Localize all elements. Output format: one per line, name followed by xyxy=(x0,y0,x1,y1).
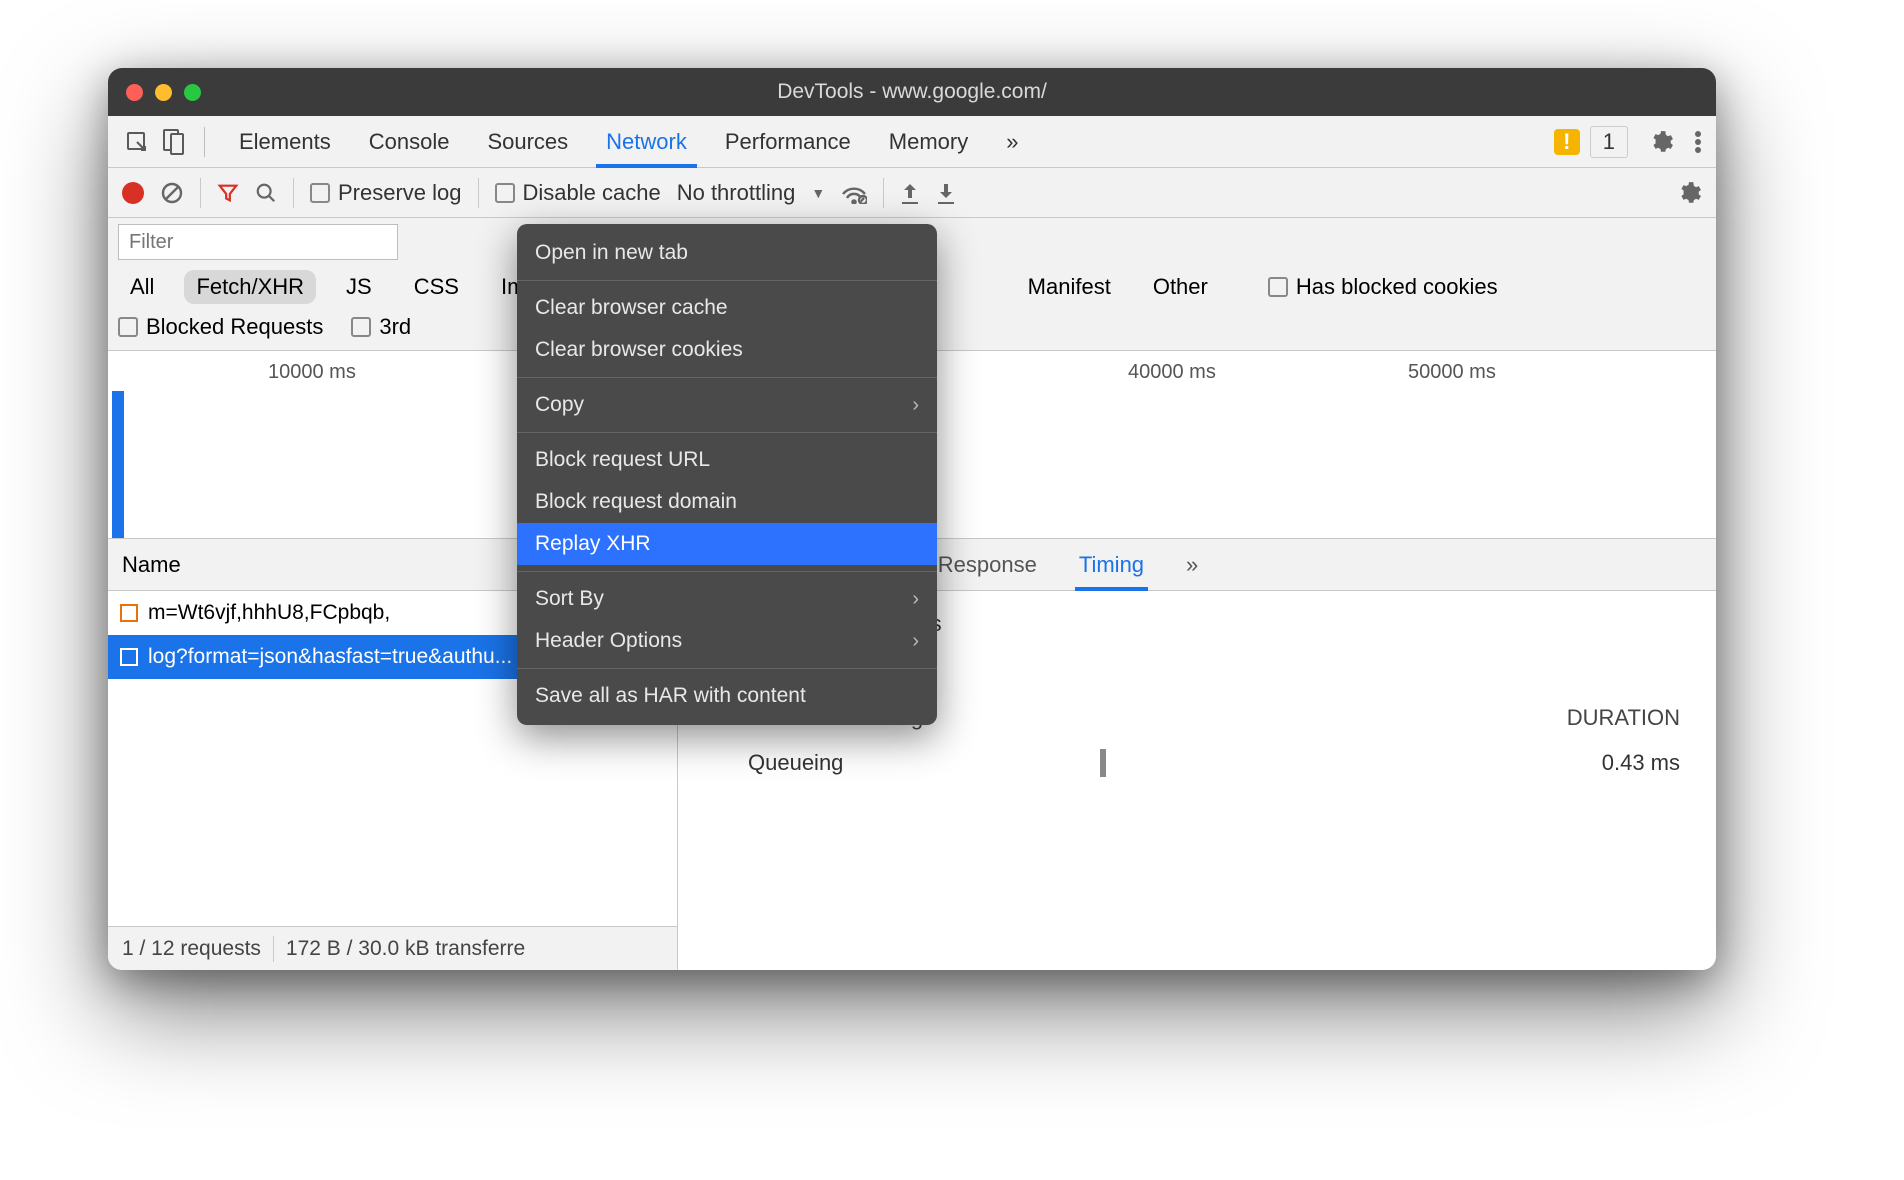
maximize-window-button[interactable] xyxy=(184,84,201,101)
record-button[interactable] xyxy=(122,182,144,204)
queued-at: 0 ms xyxy=(894,611,1680,637)
type-manifest[interactable]: Manifest xyxy=(1016,270,1123,304)
detail-tab-more-icon[interactable]: » xyxy=(1182,539,1202,590)
throttling-label: No throttling xyxy=(677,180,796,206)
main-toolbar: Elements Console Sources Network Perform… xyxy=(108,116,1716,168)
device-toggle-icon[interactable] xyxy=(158,125,188,159)
separator xyxy=(200,178,201,208)
tab-memory[interactable]: Memory xyxy=(871,116,986,167)
chevron-right-icon: › xyxy=(912,588,919,611)
ctx-save-har[interactable]: Save all as HAR with content xyxy=(517,675,937,717)
tab-network[interactable]: Network xyxy=(588,116,705,167)
titlebar: DevTools - www.google.com/ xyxy=(108,68,1716,116)
tab-performance[interactable]: Performance xyxy=(707,116,869,167)
separator xyxy=(517,432,937,433)
preserve-log-checkbox[interactable]: Preserve log xyxy=(310,180,462,206)
detail-tab-response[interactable]: Response xyxy=(934,539,1041,590)
chevron-right-icon: › xyxy=(912,630,919,653)
type-js[interactable]: JS xyxy=(334,270,384,304)
settings-icon[interactable] xyxy=(1648,129,1674,155)
blocked-requests-checkbox[interactable]: Blocked Requests xyxy=(118,314,323,340)
tab-elements[interactable]: Elements xyxy=(221,116,349,167)
minimize-window-button[interactable] xyxy=(155,84,172,101)
chevron-down-icon: ▼ xyxy=(811,185,825,201)
upload-har-icon[interactable] xyxy=(900,182,920,204)
separator xyxy=(293,178,294,208)
ctx-block-domain[interactable]: Block request domain xyxy=(517,481,937,523)
duration-label: DURATION xyxy=(1567,705,1680,731)
window-title: DevTools - www.google.com/ xyxy=(108,80,1716,104)
separator xyxy=(204,127,205,157)
separator xyxy=(517,377,937,378)
clear-icon[interactable] xyxy=(160,181,184,205)
separator xyxy=(517,668,937,669)
blocked-cookies-label: Has blocked cookies xyxy=(1296,274,1498,300)
type-all[interactable]: All xyxy=(118,270,166,304)
separator xyxy=(273,936,274,962)
tab-console[interactable]: Console xyxy=(351,116,468,167)
network-settings-icon[interactable] xyxy=(1676,180,1702,206)
request-name: m=Wt6vjf,hhhU8,FCpbqb, xyxy=(148,601,390,625)
ctx-block-url[interactable]: Block request URL xyxy=(517,439,937,481)
queueing-row: Queueing 0.43 ms xyxy=(714,749,1680,777)
disable-cache-label: Disable cache xyxy=(523,180,661,206)
detail-tab-timing[interactable]: Timing xyxy=(1075,539,1148,590)
request-list-footer: 1 / 12 requests 172 B / 30.0 kB transfer… xyxy=(108,926,677,970)
separator xyxy=(478,178,479,208)
separator xyxy=(517,280,937,281)
tab-sources[interactable]: Sources xyxy=(469,116,586,167)
queueing-bar xyxy=(1100,749,1106,777)
network-toolbar: Preserve log Disable cache No throttling… xyxy=(108,168,1716,218)
panel-tabs: Elements Console Sources Network Perform… xyxy=(221,116,1037,167)
preserve-log-label: Preserve log xyxy=(338,180,462,206)
script-icon xyxy=(120,648,138,666)
blocked-cookies-checkbox[interactable]: Has blocked cookies xyxy=(1268,274,1498,300)
timeline-tick: 10000 ms xyxy=(268,361,356,384)
separator xyxy=(883,178,884,208)
ctx-copy[interactable]: Copy› xyxy=(517,384,937,426)
warning-count[interactable]: 1 xyxy=(1590,126,1628,158)
chevron-right-icon: › xyxy=(912,394,919,417)
kebab-menu-icon[interactable] xyxy=(1694,130,1702,154)
type-other[interactable]: Other xyxy=(1141,270,1220,304)
close-window-button[interactable] xyxy=(126,84,143,101)
transfer-size: 172 B / 30.0 kB transferre xyxy=(286,937,525,961)
search-icon[interactable] xyxy=(255,182,277,204)
disable-cache-checkbox[interactable]: Disable cache xyxy=(495,180,661,206)
filter-icon[interactable] xyxy=(217,182,239,204)
network-conditions-icon[interactable] xyxy=(841,182,867,204)
ctx-replay-xhr[interactable]: Replay XHR xyxy=(517,523,937,565)
warning-badge-icon[interactable]: ! xyxy=(1554,129,1580,155)
inspect-icon[interactable] xyxy=(122,125,152,159)
third-party-checkbox[interactable]: 3rd xyxy=(351,314,411,340)
filter-input[interactable] xyxy=(118,224,398,260)
third-party-label: 3rd xyxy=(379,314,411,340)
separator xyxy=(517,571,937,572)
ctx-open-new-tab[interactable]: Open in new tab xyxy=(517,232,937,274)
tab-more-icon[interactable]: » xyxy=(988,116,1036,167)
download-har-icon[interactable] xyxy=(936,182,956,204)
ctx-clear-cookies[interactable]: Clear browser cookies xyxy=(517,329,937,371)
type-fetch-xhr[interactable]: Fetch/XHR xyxy=(184,270,316,304)
context-menu: Open in new tab Clear browser cache Clea… xyxy=(517,224,937,725)
throttling-select[interactable]: No throttling ▼ xyxy=(677,180,825,206)
traffic-lights xyxy=(126,84,201,101)
type-css[interactable]: CSS xyxy=(402,270,471,304)
timeline-tick: 50000 ms xyxy=(1408,361,1496,384)
queueing-label: Queueing xyxy=(748,750,843,776)
ctx-sort-by[interactable]: Sort By› xyxy=(517,578,937,620)
script-icon xyxy=(120,604,138,622)
ctx-clear-cache[interactable]: Clear browser cache xyxy=(517,287,937,329)
ctx-header-options[interactable]: Header Options› xyxy=(517,620,937,662)
request-count: 1 / 12 requests xyxy=(122,937,261,961)
timeline-tick: 40000 ms xyxy=(1128,361,1216,384)
queueing-value: 0.43 ms xyxy=(1602,750,1680,776)
timeline-marker xyxy=(112,391,124,538)
request-name: log?format=json&hasfast=true&authu... xyxy=(148,645,512,669)
blocked-requests-label: Blocked Requests xyxy=(146,314,323,340)
